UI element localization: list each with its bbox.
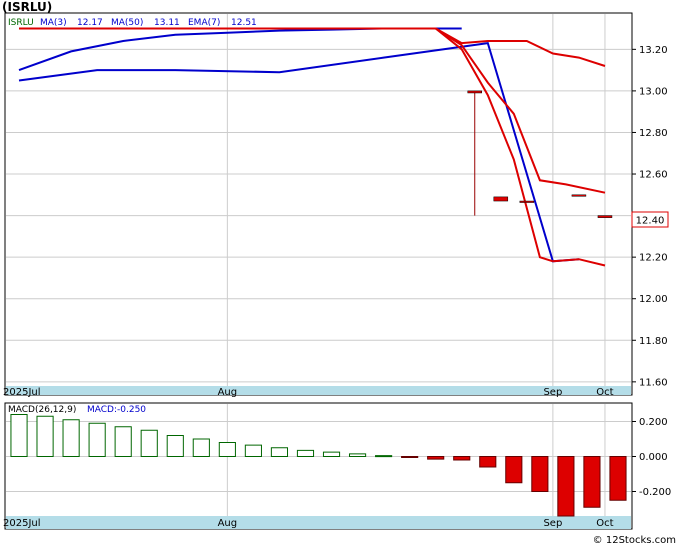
legend-ema7-label: EMA(7) [188, 18, 220, 28]
macd-bar [479, 456, 497, 468]
candle-body [597, 215, 613, 218]
macd-bar [192, 438, 210, 457]
legend-ma3-label: MA(3) [40, 18, 67, 28]
macd-bar [531, 456, 549, 492]
price-tick-label: 12.00 [639, 294, 668, 305]
legend-ema7-value: 12.51 [231, 18, 257, 28]
macd-bar [609, 456, 627, 501]
macd-bar [557, 456, 575, 517]
macd-bar [270, 447, 289, 457]
price-tick-label: 13.20 [639, 45, 668, 56]
price-tick-label: 12.20 [639, 253, 668, 264]
macd-tick-label: 0.200 [639, 417, 668, 428]
watermark: © 12Stocks.com [593, 535, 676, 546]
price-tick-label: 11.60 [639, 377, 668, 388]
macd-bar [401, 456, 419, 458]
macd-bar [10, 414, 28, 457]
macd-bar [140, 429, 158, 457]
price-x-label: 2025Jul [3, 387, 41, 398]
candle-body [493, 196, 509, 202]
macd-xaxis-band [6, 516, 631, 529]
chart-title: (ISRLU) [2, 0, 52, 14]
macd-bar [36, 415, 54, 457]
macd-bar [427, 456, 445, 460]
price-tick-label: 12.60 [639, 170, 668, 181]
macd-bar [218, 442, 236, 457]
macd-bar [114, 426, 132, 457]
macd-y-ticks: 0.200 0.000 -0.200 [632, 417, 671, 498]
macd-bar [375, 455, 393, 458]
macd-x-label: Sep [543, 518, 562, 529]
macd-x-label: Aug [218, 518, 238, 529]
macd-tick-label: 0.000 [639, 452, 668, 463]
candle-body [519, 200, 535, 203]
macd-bar [505, 456, 523, 484]
macd-value: MACD:-0.250 [87, 405, 146, 415]
macd-bar [296, 449, 315, 457]
macd-bar [244, 444, 262, 457]
price-x-label: Sep [543, 387, 562, 398]
stock-chart: 13.20 13.00 12.80 12.60 12.40 12.20 12.00 11.80… [0, 0, 680, 546]
chart-svg: 13.20 13.00 12.80 12.60 12.40 12.20 12.00 11.80… [2, 0, 676, 546]
price-tick-label: 12.80 [639, 128, 668, 139]
macd-x-label: 2025Jul [3, 518, 41, 529]
price-x-label: Oct [596, 387, 613, 398]
price-tick-label: 11.80 [639, 336, 668, 347]
macd-bar [62, 419, 80, 457]
macd-label: MACD(26,12,9) [8, 405, 76, 415]
current-price-value: 12.40 [636, 216, 665, 227]
macd-bar [453, 456, 471, 461]
candle-body [571, 194, 587, 197]
macd-tick-label: -0.200 [639, 487, 671, 498]
price-xaxis-band [6, 386, 631, 395]
legend-ma50-label: MA(50) [111, 18, 143, 28]
macd-bar [322, 451, 341, 457]
price-tick-label: 13.00 [639, 86, 668, 97]
macd-bar [583, 456, 601, 508]
macd-bar [348, 453, 367, 457]
macd-bar [166, 435, 184, 457]
legend-symbol: ISRLU [8, 18, 34, 28]
legend-ma50-value: 13.11 [154, 18, 180, 28]
macd-x-label: Oct [596, 518, 613, 529]
price-legend: ISRLU MA(3) 12.17 MA(50) 13.11 EMA(7) 12… [8, 18, 257, 28]
legend-ma3-value: 12.17 [77, 18, 103, 28]
current-price-badge: 12.40 [631, 211, 669, 228]
price-x-label: Aug [218, 387, 238, 398]
macd-bar [88, 422, 106, 457]
candle-body [467, 90, 482, 94]
